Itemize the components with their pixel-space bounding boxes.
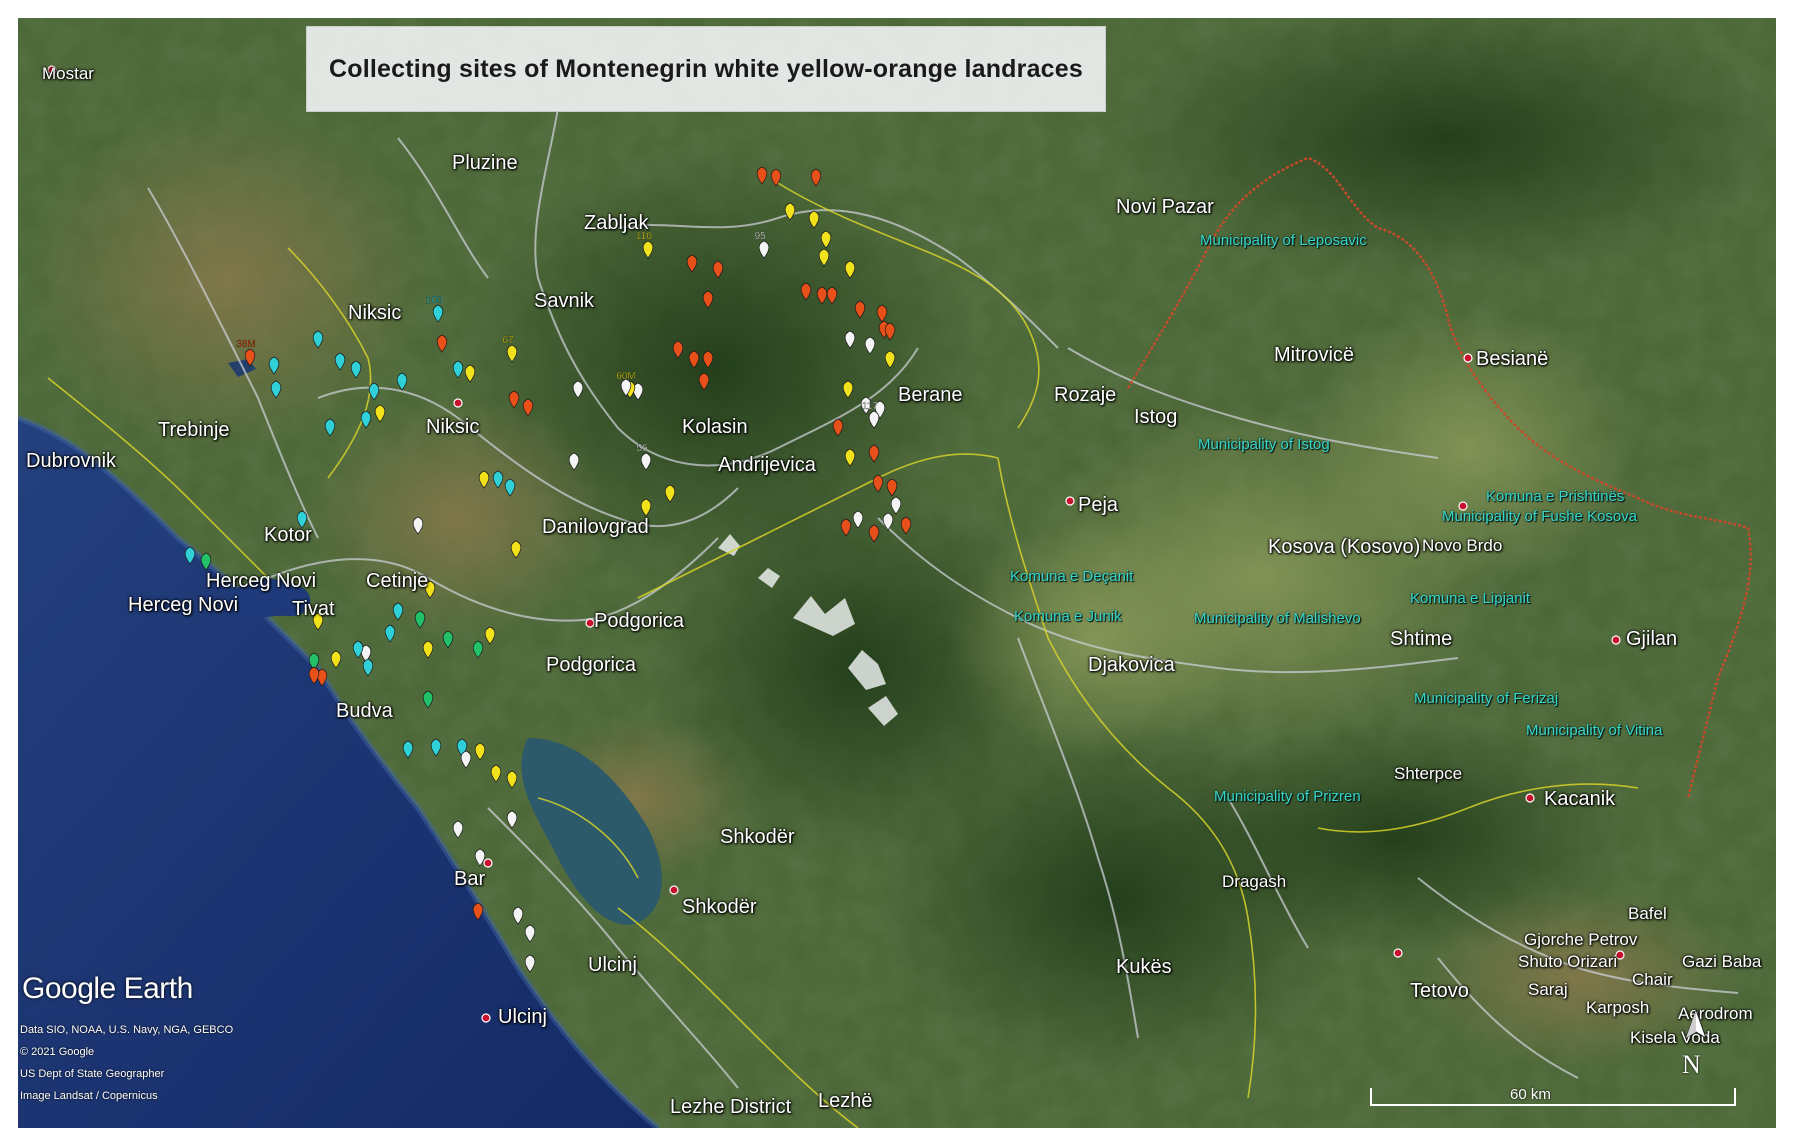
place-label-novi-pazar: Novi Pazar [1116,196,1214,218]
place-label-tivat: Tivat [292,598,335,620]
muni-label-prizren: Municipality of Prizren [1214,788,1361,805]
muni-label-vitina: Municipality of Vitina [1526,722,1663,739]
place-label-istog: Istog [1134,406,1178,428]
muni-label-ferizaj: Municipality of Ferizaj [1414,690,1559,707]
place-label-gjilan: Gjilan [1626,628,1678,650]
city-pin-kacanik [1525,793,1535,803]
place-label-trebinje: Trebinje [158,419,230,441]
place-label-shkoder-b: Shkodër [682,896,757,918]
city-pin-bar [483,858,493,868]
place-label-ulcinj-b: Ulcinj [498,1006,547,1028]
muni-label-fushe-kosova: Municipality of Fushe Kosova [1442,508,1638,525]
place-label-kolasin: Kolasin [682,416,748,438]
place-label-novo-brdo: Novo Brdo [1422,536,1503,555]
place-label-herceg-novi-b: Herceg Novi [128,594,239,616]
plain-shade [948,518,1248,758]
city-pin-podgorica [585,618,595,628]
place-label-danilovgrad: Danilovgrad [542,516,649,538]
place-label-niksic-region: Niksic [348,302,402,324]
place-label-gazi-baba: Gazi Baba [1682,952,1762,971]
google-earth-logo: Google Earth [22,972,193,1005]
place-label-kotor: Kotor [264,524,312,546]
karst-shade [28,108,428,448]
place-label-shuto-orizari: Shuto Orizari [1518,952,1618,971]
city-pin-tetovo [1393,948,1403,958]
attribution-line: Data SIO, NOAA, U.S. Navy, NGA, GEBCO [20,1024,234,1036]
place-label-djakovica: Djakovica [1088,654,1175,676]
attribution-line: Image Landsat / Copernicus [20,1090,158,1102]
map-title-box: Collecting sites of Montenegrin white ye… [306,26,1106,112]
city-pin-niksic [453,398,463,408]
marker-label: 56 [636,443,648,454]
marker-label: 100 [426,295,443,306]
city-pin-gjilan [1611,635,1621,645]
map-title: Collecting sites of Montenegrin white ye… [329,54,1083,83]
marker-label: 95 [754,231,766,242]
muni-label-decanit: Komuna e Deçanit [1010,568,1134,585]
place-label-besiane: Besianë [1476,348,1549,370]
place-label-lezhe: Lezhë [818,1090,873,1112]
place-label-podgorica-a: Podgorica [594,610,685,632]
attribution-line: US Dept of State Geographer [20,1068,165,1080]
place-label-mostar: Mostar [42,64,94,83]
place-label-karposh: Karposh [1586,998,1650,1017]
place-label-shterpce: Shterpce [1394,764,1463,783]
place-label-ulcinj-a: Ulcinj [588,954,637,976]
muni-label-prishtines: Komuna e Prishtinës [1486,488,1625,505]
place-label-kukes: Kukës [1116,956,1172,978]
place-label-peja: Peja [1078,494,1119,516]
place-label-niksic: Niksic [426,416,480,438]
place-label-kacanik: Kacanik [1544,788,1616,810]
north-label: N [1682,1050,1701,1079]
place-label-berane: Berane [898,384,963,406]
place-label-gjorche-petrov: Gjorche Petrov [1524,930,1638,949]
marker-label: 38M [236,339,255,350]
place-label-podgorica-b: Podgorica [546,654,637,676]
place-label-bar: Bar [454,868,486,890]
scale-bar [1370,1088,1736,1106]
place-label-chair: Chair [1632,970,1673,989]
place-label-bafel: Bafel [1628,904,1667,923]
place-label-andrijevica: Andrijevica [718,454,816,476]
muni-label-lipjanit: Komuna e Lipjanit [1410,590,1531,607]
place-label-tetovo: Tetovo [1410,980,1469,1002]
place-label-cetinje: Cetinje [366,570,429,592]
place-label-mitrovice: Mitrovicë [1274,344,1355,366]
marker-label: 67 [502,335,514,346]
muni-label-junik: Komuna e Junik [1014,608,1122,625]
place-label-zabljak: Zabljak [584,212,649,234]
place-label-shkoder-a: Shkodër [720,826,795,848]
city-pin-shkoder [669,885,679,895]
place-label-lezhe-district: Lezhe District [670,1096,792,1118]
place-label-herceg-novi-a: Herceg Novi [206,570,317,592]
place-label-kosova: Kosova (Kosovo) [1268,536,1421,558]
place-label-budva: Budva [336,700,393,722]
place-label-rozaje: Rozaje [1054,384,1117,406]
marker-label: 117 [862,401,878,412]
place-label-savnik: Savnik [534,290,595,312]
place-label-dubrovnik: Dubrovnik [26,450,117,472]
city-pin-ulcinj [481,1013,491,1023]
scale-label: 60 km [1510,1086,1551,1103]
attribution-line: © 2021 Google [20,1046,95,1058]
muni-label-malishevo: Municipality of Malishevo [1194,610,1361,627]
muni-label-leposavic: Municipality of Leposavic [1200,232,1367,249]
map-view[interactable]: 38M 100 67 95 110 60M 56 117 Collecting sites o… [18,18,1776,1128]
muni-label-istog: Municipality of Istog [1198,436,1330,453]
place-label-pluzine: Pluzine [452,152,518,174]
city-pin-besiane [1463,353,1473,363]
place-label-dragash: Dragash [1222,872,1287,891]
place-label-saraj: Saraj [1528,980,1568,999]
city-pin-peja [1065,496,1075,506]
place-label-shtime: Shtime [1390,628,1453,650]
